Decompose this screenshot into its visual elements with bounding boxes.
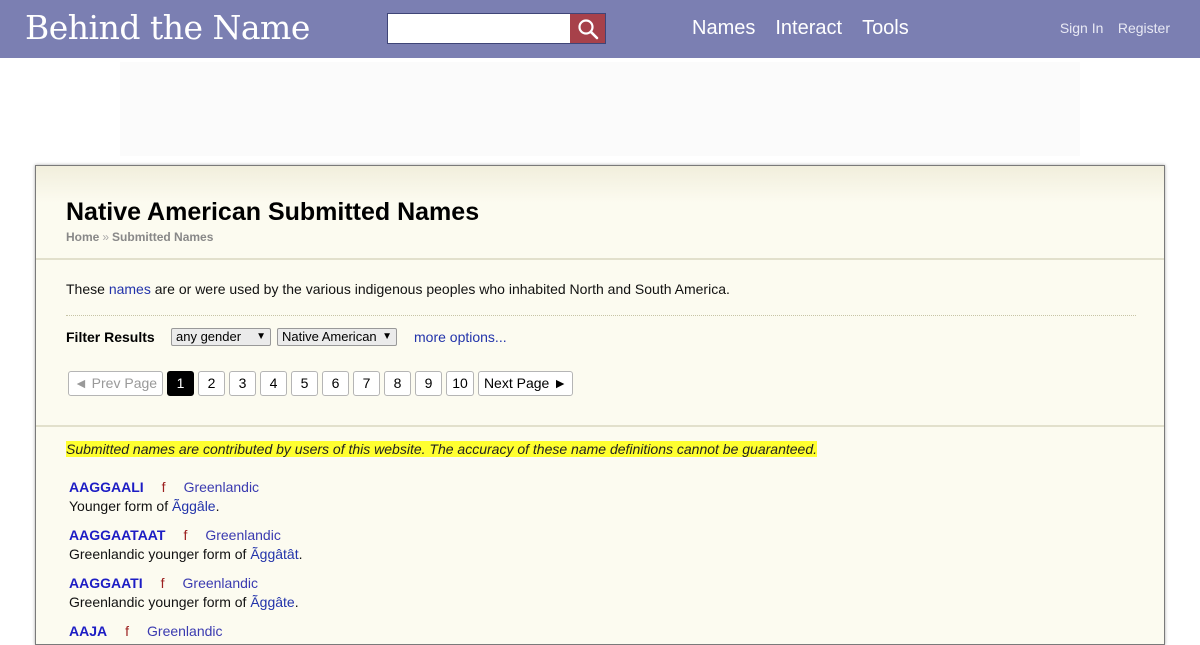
list-item: AAGGAALI f Greenlandic Younger form of Ãgg… — [69, 479, 259, 514]
divider — [66, 315, 1136, 316]
ad-placeholder — [120, 62, 1080, 156]
filter-section: These names are or were used by the vari… — [36, 260, 1164, 427]
list-item: AAGGAATAAT f Greenlandic Greenlandic young… — [69, 527, 302, 562]
page-2-button[interactable]: 2 — [198, 371, 225, 396]
prev-page-button[interactable]: ◄ Prev Page — [68, 371, 163, 396]
breadcrumb-home[interactable]: Home — [66, 230, 99, 244]
page-8-button[interactable]: 8 — [384, 371, 411, 396]
desc-text: . — [215, 498, 220, 514]
nav-interact[interactable]: Interact — [775, 17, 842, 39]
usage-select[interactable]: Native American ▼ — [277, 328, 397, 346]
site-logo[interactable]: Behind the Name — [25, 6, 310, 50]
page-10-button[interactable]: 10 — [446, 371, 474, 396]
nav-tools[interactable]: Tools — [862, 17, 909, 39]
name-description: Greenlandic younger form of Ãggâtât. — [69, 546, 302, 562]
name-link[interactable]: AAJA — [69, 623, 107, 639]
gender-label: f — [183, 527, 188, 543]
page-title: Native American Submitted Names — [66, 198, 480, 226]
page-3-button[interactable]: 3 — [229, 371, 256, 396]
next-page-button[interactable]: Next Page ► — [478, 371, 573, 396]
list-item: AAGGAATI f Greenlandic Greenlandic younger… — [69, 575, 299, 610]
desc-text: Greenlandic younger form of — [69, 594, 251, 610]
name-description: Greenlandic younger form of Ãggâte. — [69, 594, 299, 610]
dropdown-arrow-icon: ▼ — [382, 331, 392, 342]
search-icon — [577, 18, 598, 39]
gender-select-value: any gender — [176, 329, 242, 344]
more-options-link[interactable]: more options... — [414, 329, 507, 345]
usage-link[interactable]: Greenlandic — [147, 623, 223, 639]
list-item: AAJA f Greenlandic — [69, 623, 223, 642]
name-link[interactable]: AAGGAATI — [69, 575, 143, 591]
usage-select-value: Native American — [282, 329, 377, 344]
usage-link[interactable]: Greenlandic — [205, 527, 281, 543]
gender-label: f — [161, 479, 166, 495]
related-name-link[interactable]: Ãggâle — [172, 498, 216, 514]
intro-text: These names are or were used by the vari… — [66, 281, 730, 297]
name-description: Younger form of Ãggâle. — [69, 498, 259, 514]
page-6-button[interactable]: 6 — [322, 371, 349, 396]
page-header: Native American Submitted Names Home» Sub… — [36, 166, 1164, 260]
desc-text: Greenlandic younger form of — [69, 546, 251, 562]
search-box — [387, 13, 606, 44]
disclaimer: Submitted names are contributed by users… — [66, 441, 817, 457]
main-content: Native American Submitted Names Home» Sub… — [35, 165, 1165, 645]
name-link[interactable]: AAGGAALI — [69, 479, 144, 495]
gender-select[interactable]: any gender ▼ — [171, 328, 271, 346]
breadcrumb-current[interactable]: Submitted Names — [112, 230, 213, 244]
page-5-button[interactable]: 5 — [291, 371, 318, 396]
search-button[interactable] — [570, 14, 605, 43]
nav-names[interactable]: Names — [692, 17, 755, 39]
intro-before: These — [66, 281, 109, 297]
page-7-button[interactable]: 7 — [353, 371, 380, 396]
auth-links: Sign In Register — [1050, 20, 1170, 38]
breadcrumb-separator: » — [102, 230, 110, 244]
page-4-button[interactable]: 4 — [260, 371, 287, 396]
desc-text: Younger form of — [69, 498, 172, 514]
main-nav: Names Interact Tools — [692, 17, 929, 40]
dropdown-arrow-icon: ▼ — [256, 331, 266, 342]
filter-label: Filter Results — [66, 329, 155, 345]
name-link[interactable]: AAGGAATAAT — [69, 527, 165, 543]
gender-label: f — [160, 575, 165, 591]
names-link[interactable]: names — [109, 281, 151, 297]
intro-after: are or were used by the various indigeno… — [150, 281, 730, 297]
usage-link[interactable]: Greenlandic — [184, 479, 260, 495]
search-input[interactable] — [388, 14, 570, 43]
breadcrumb: Home» Submitted Names — [66, 230, 213, 244]
register-link[interactable]: Register — [1118, 20, 1170, 36]
desc-text: . — [298, 546, 303, 562]
gender-label: f — [125, 623, 130, 639]
page-1-button[interactable]: 1 — [167, 371, 194, 396]
page-9-button[interactable]: 9 — [415, 371, 442, 396]
top-bar: Behind the Name Names Interact Tools Sign … — [0, 0, 1200, 58]
related-name-link[interactable]: Ãggâte — [250, 594, 294, 610]
related-name-link[interactable]: Ãggâtât — [250, 546, 298, 562]
desc-text: . — [294, 594, 299, 610]
usage-link[interactable]: Greenlandic — [183, 575, 259, 591]
sign-in-link[interactable]: Sign In — [1060, 20, 1104, 36]
